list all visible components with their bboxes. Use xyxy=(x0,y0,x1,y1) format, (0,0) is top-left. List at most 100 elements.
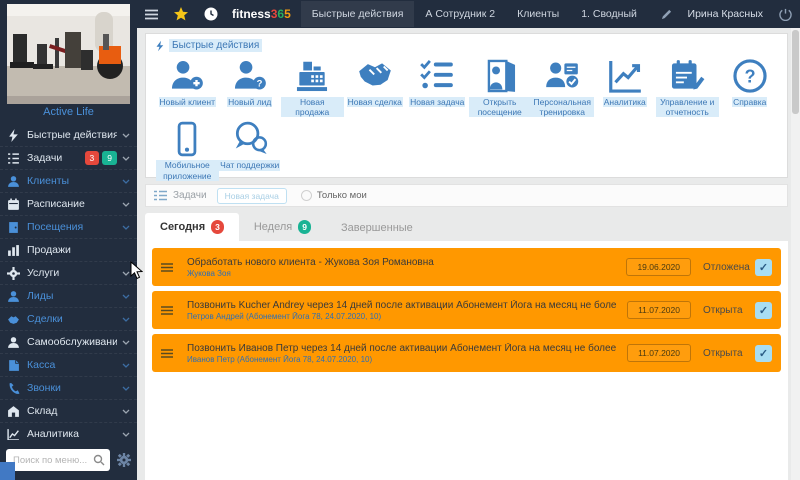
quick-action-new-task[interactable]: Новая задача xyxy=(406,55,469,117)
sidebar-item-tasks[interactable]: Задачи 3 9 xyxy=(0,147,137,170)
task-client-link[interactable]: Петров Андрей (Абонемент Йога 78, 24.07.… xyxy=(187,312,617,321)
quick-actions-panel: Быстрые действия Новый клиент ? Новый ли… xyxy=(145,33,788,178)
quick-action-open-visit[interactable]: Открыть посещение xyxy=(469,55,532,117)
svg-text:?: ? xyxy=(744,66,755,86)
chevron-down-icon xyxy=(122,405,130,417)
topbar-tab-summary[interactable]: 1. Сводный xyxy=(570,1,648,27)
task-status: Открыта xyxy=(703,348,755,359)
task-date[interactable]: 19.06.2020 xyxy=(626,258,691,276)
current-user-name[interactable]: Ирина Красных xyxy=(688,8,763,20)
sidebar-item-clients[interactable]: Клиенты xyxy=(0,170,137,193)
topbar: fitness365 Быстрые действия А Сотрудник … xyxy=(137,0,800,28)
sidebar-item-cashdesk[interactable]: Касса xyxy=(0,354,137,377)
task-client-link[interactable]: Жукова Зоя xyxy=(187,269,616,278)
task-row[interactable]: Позвонить Kucher Andrey через 14 дней по… xyxy=(152,291,781,329)
today-count-badge: 3 xyxy=(211,220,224,234)
quick-action-new-lead[interactable]: ? Новый лид xyxy=(219,55,282,117)
sidebar-item-leads[interactable]: Лиды xyxy=(0,285,137,308)
sidebar-item-visits[interactable]: Посещения xyxy=(0,216,137,239)
tasks-week-badge: 9 xyxy=(102,151,117,166)
sidebar: Active Life Быстрые действия Задачи 3 9 … xyxy=(0,0,137,480)
edit-pencil-icon[interactable] xyxy=(661,9,672,20)
chevron-down-icon xyxy=(122,290,130,302)
sidebar-item-deals[interactable]: Сделки xyxy=(0,308,137,331)
club-photo-card[interactable]: Active Life xyxy=(7,4,130,118)
quick-action-support-chat[interactable]: Чат поддержки xyxy=(219,118,282,180)
handshake-icon xyxy=(7,313,20,326)
task-date[interactable]: 11.07.2020 xyxy=(627,344,691,362)
phone-icon xyxy=(7,382,20,395)
quick-action-help[interactable]: ? Справка xyxy=(719,55,782,117)
task-complete-checkbox[interactable]: ✓ xyxy=(755,302,772,319)
logout-icon[interactable] xyxy=(779,8,792,21)
tab-completed[interactable]: Завершенные xyxy=(326,215,428,241)
tab-today[interactable]: Сегодня 3 xyxy=(145,213,239,241)
gear-icon xyxy=(7,267,20,280)
drag-handle-icon[interactable] xyxy=(161,263,173,272)
management-report-icon xyxy=(668,55,706,97)
person-icon xyxy=(7,290,20,303)
drag-handle-icon[interactable] xyxy=(161,349,173,358)
chevron-down-icon xyxy=(122,359,130,371)
main-content: Быстрые действия Новый клиент ? Новый ли… xyxy=(137,28,800,480)
quick-actions-title: Быстрые действия xyxy=(169,39,262,52)
support-chat-icon xyxy=(231,118,269,160)
task-row[interactable]: Обработать нового клиента - Жукова Зоя Р… xyxy=(152,248,781,286)
vertical-scrollbar[interactable] xyxy=(791,28,800,480)
warehouse-icon xyxy=(7,405,20,418)
door-icon xyxy=(7,221,20,234)
clock-icon[interactable] xyxy=(204,7,218,21)
new-task-button[interactable]: Новая задача xyxy=(217,188,287,204)
quick-action-mobile-app[interactable]: Мобильное приложение xyxy=(156,118,219,180)
chevron-down-icon xyxy=(122,152,130,164)
chevron-down-icon xyxy=(122,313,130,325)
only-mine-filter[interactable]: Только мои xyxy=(301,190,367,201)
task-complete-checkbox[interactable]: ✓ xyxy=(755,345,772,362)
sidebar-item-services[interactable]: Услуги xyxy=(0,262,137,285)
drag-handle-icon[interactable] xyxy=(161,306,173,315)
topbar-tab-quick-actions[interactable]: Быстрые действия xyxy=(301,1,415,27)
document-icon xyxy=(7,359,20,372)
task-client-link[interactable]: Иванов Петр (Абонемент Йога 78, 24.07.20… xyxy=(187,355,617,364)
tasks-panel: Обработать нового клиента - Жукова Зоя Р… xyxy=(145,241,788,480)
quick-action-new-deal[interactable]: Новая сделка xyxy=(344,55,407,117)
personal-training-icon xyxy=(543,55,581,97)
sidebar-item-self-service[interactable]: Самообслуживание xyxy=(0,331,137,354)
quick-action-new-client[interactable]: Новый клиент xyxy=(156,55,219,117)
scrollbar-thumb[interactable] xyxy=(792,30,799,114)
tab-week[interactable]: Неделя 9 xyxy=(239,213,326,241)
search-icon xyxy=(93,453,105,471)
quick-action-personal-training[interactable]: Персональная тренировка xyxy=(531,55,594,117)
sidebar-item-calls[interactable]: Звонки xyxy=(0,377,137,400)
week-count-badge: 9 xyxy=(298,220,311,234)
hamburger-menu-icon[interactable] xyxy=(145,9,158,20)
sidebar-item-quick-actions[interactable]: Быстрые действия xyxy=(0,124,137,147)
task-title: Позвонить Kucher Andrey через 14 дней по… xyxy=(187,300,617,311)
cash-register-icon xyxy=(293,55,331,97)
only-mine-checkbox[interactable] xyxy=(301,190,312,201)
task-date[interactable]: 11.07.2020 xyxy=(627,301,691,319)
tasks-today-badge: 3 xyxy=(85,151,100,166)
bar-chart-icon xyxy=(7,244,20,257)
new-lead-icon: ? xyxy=(231,55,269,97)
sidebar-item-sales[interactable]: Продажи xyxy=(0,239,137,262)
settings-gear-icon[interactable] xyxy=(117,453,131,467)
svg-text:?: ? xyxy=(256,78,262,89)
favorites-star-icon[interactable] xyxy=(174,7,188,21)
topbar-tab-employee[interactable]: А Сотрудник 2 xyxy=(414,1,506,27)
task-row[interactable]: Позвонить Иванов Петр через 14 дней посл… xyxy=(152,334,781,372)
chevron-down-icon xyxy=(122,267,130,279)
topbar-tab-clients[interactable]: Клиенты xyxy=(506,1,570,27)
club-name[interactable]: Active Life xyxy=(7,104,130,118)
line-chart-icon xyxy=(7,428,20,441)
analytics-chart-icon xyxy=(606,55,644,97)
task-status: Открыта xyxy=(703,305,755,316)
app-logo[interactable]: fitness365 xyxy=(232,7,291,21)
sidebar-item-warehouse[interactable]: Склад xyxy=(0,400,137,423)
sidebar-item-schedule[interactable]: Расписание xyxy=(0,193,137,216)
quick-action-new-sale[interactable]: Новая продажа xyxy=(281,55,344,117)
task-complete-checkbox[interactable]: ✓ xyxy=(755,259,772,276)
quick-action-management[interactable]: Управление и отчетность xyxy=(656,55,719,117)
quick-action-analytics[interactable]: Аналитика xyxy=(594,55,657,117)
handshake-icon xyxy=(356,55,394,97)
